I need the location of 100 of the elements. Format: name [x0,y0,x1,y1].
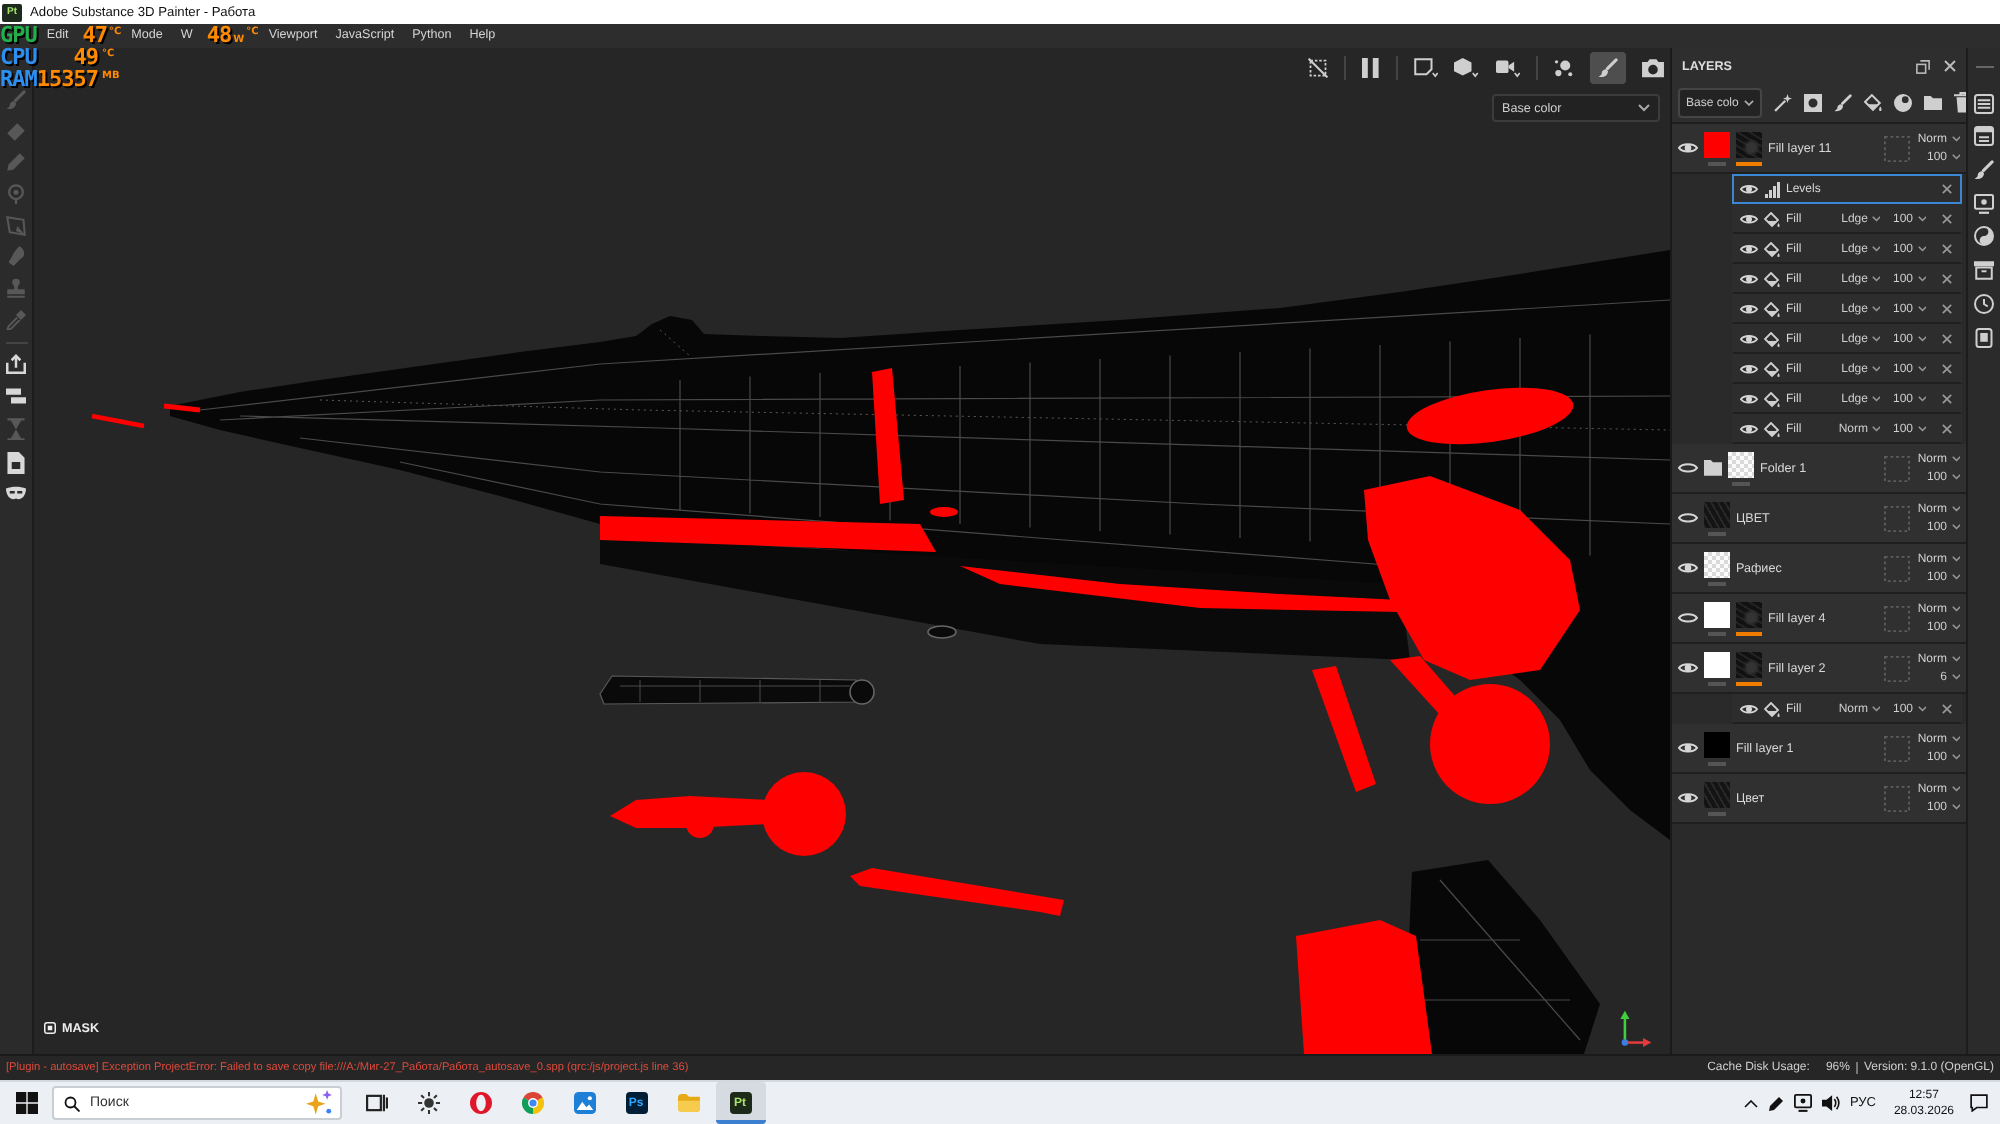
close-icon[interactable] [1942,304,1952,314]
video-camera-icon[interactable] [1495,58,1520,78]
mask-thumbnail[interactable] [1736,601,1762,627]
eye-icon[interactable] [1740,333,1758,345]
close-icon[interactable] [1942,334,1952,344]
toggle-square-icon[interactable] [44,1022,56,1034]
stat-value: 15357 [36,69,98,90]
caret-icon [1917,306,1926,312]
hidden-frame-icon[interactable] [1308,58,1329,78]
list-icon[interactable] [1974,93,1994,114]
close-icon[interactable] [1942,394,1952,404]
tablet-icon[interactable] [1974,327,1994,347]
picture-icon[interactable] [573,1092,595,1114]
search-icon [64,1095,80,1111]
close-icon[interactable] [1942,364,1952,374]
caret-icon [1871,276,1881,282]
fill-bucket-icon[interactable] [1864,94,1883,112]
eye-icon[interactable] [1678,562,1698,574]
pause-icon[interactable] [1362,58,1379,78]
dashed-square-icon [1884,605,1910,631]
segmented-circle-icon[interactable] [521,1092,543,1114]
eye-icon[interactable] [1740,273,1758,285]
caret-icon [1951,456,1960,462]
eye-icon[interactable] [1678,142,1698,154]
color-thumbnail[interactable] [1704,651,1730,677]
eye-icon[interactable] [1740,183,1758,195]
ring-icon[interactable] [469,1092,491,1114]
caret-icon [1871,246,1881,252]
checker-thumbnail[interactable] [1728,451,1754,477]
undock-icon[interactable] [1916,59,1930,73]
swirl-circle-icon[interactable] [1974,226,1994,247]
frame-icon[interactable] [1413,58,1438,78]
camera-icon[interactable] [1642,58,1664,78]
monitor-icon[interactable] [1974,193,1994,214]
checker-thumbnail[interactable] [1704,551,1730,577]
caret-icon [1744,99,1755,107]
eye-icon[interactable] [1678,792,1698,804]
eye-icon[interactable] [1740,423,1758,435]
sun-icon[interactable] [417,1092,439,1114]
close-icon[interactable] [1942,704,1952,714]
eye-icon[interactable] [1740,303,1758,315]
speaker-icon[interactable] [1821,1094,1840,1112]
eye-outline-icon[interactable] [1678,512,1698,524]
panel-icon[interactable] [1974,126,1994,147]
four-squares-icon[interactable] [16,1092,38,1114]
clock-icon[interactable] [1974,293,1994,314]
eye-icon[interactable] [1740,393,1758,405]
folder-icon[interactable] [1924,95,1943,111]
close-icon[interactable] [1942,184,1952,194]
document-icon[interactable] [6,451,26,475]
color-thumbnail[interactable] [1704,601,1730,627]
caret-icon [1917,366,1926,372]
chevron-up-icon[interactable] [1743,1099,1758,1107]
archive-icon[interactable] [1974,260,1994,281]
brush-icon[interactable] [1590,52,1626,84]
brush-icon[interactable] [1834,94,1853,112]
caret-icon [1951,474,1960,480]
sparkle-icon [306,1090,332,1116]
caret-icon [1917,336,1926,342]
caret-icon [1917,246,1926,252]
pen-icon[interactable] [1767,1095,1784,1111]
circle-mask-icon[interactable] [1804,94,1823,112]
close-icon[interactable] [1942,244,1952,254]
eye-icon[interactable] [1740,243,1758,255]
eye-outline-icon[interactable] [1678,612,1698,624]
eye-icon[interactable] [1678,662,1698,674]
close-icon[interactable] [1942,424,1952,434]
levels-icon [1764,181,1780,197]
caret-icon [1951,556,1960,562]
task-view-icon[interactable] [365,1092,387,1114]
stacked-trays-icon[interactable] [6,385,26,406]
eye-icon[interactable] [1740,363,1758,375]
cube-icon[interactable] [1454,58,1479,78]
eye-outline-icon[interactable] [1678,462,1698,474]
mask-thumbnail[interactable] [1736,651,1762,677]
eye-icon[interactable] [1678,742,1698,754]
color-thumbnail[interactable] [1704,731,1730,757]
dashed-square-icon [1884,555,1910,581]
caret-icon [1917,276,1926,282]
magic-wand-icon[interactable] [1774,94,1793,112]
stat-value: 48 [206,24,232,48]
monitor-icon[interactable] [1793,1094,1812,1112]
eye-icon[interactable] [1740,213,1758,225]
close-icon[interactable] [1942,214,1952,224]
brush-icon[interactable] [1974,160,1994,181]
mask-thumbnail[interactable] [1736,131,1762,157]
message-bubble-icon[interactable] [1970,1094,1988,1112]
texture-thumbnail[interactable] [1704,501,1730,527]
eye-icon[interactable] [1740,703,1758,715]
color-thumbnail[interactable] [1704,131,1730,157]
mask-icon[interactable] [6,485,26,501]
fill-bucket-icon [1764,331,1780,347]
caret-icon [1951,606,1960,612]
export-icon[interactable] [6,354,26,375]
fill-bucket-icon [1764,211,1780,227]
dashed-square-icon [1884,735,1910,761]
paint-splat-icon[interactable] [1554,58,1574,78]
close-icon[interactable] [1944,60,1956,72]
texture-thumbnail[interactable] [1704,781,1730,807]
close-icon[interactable] [1942,274,1952,284]
